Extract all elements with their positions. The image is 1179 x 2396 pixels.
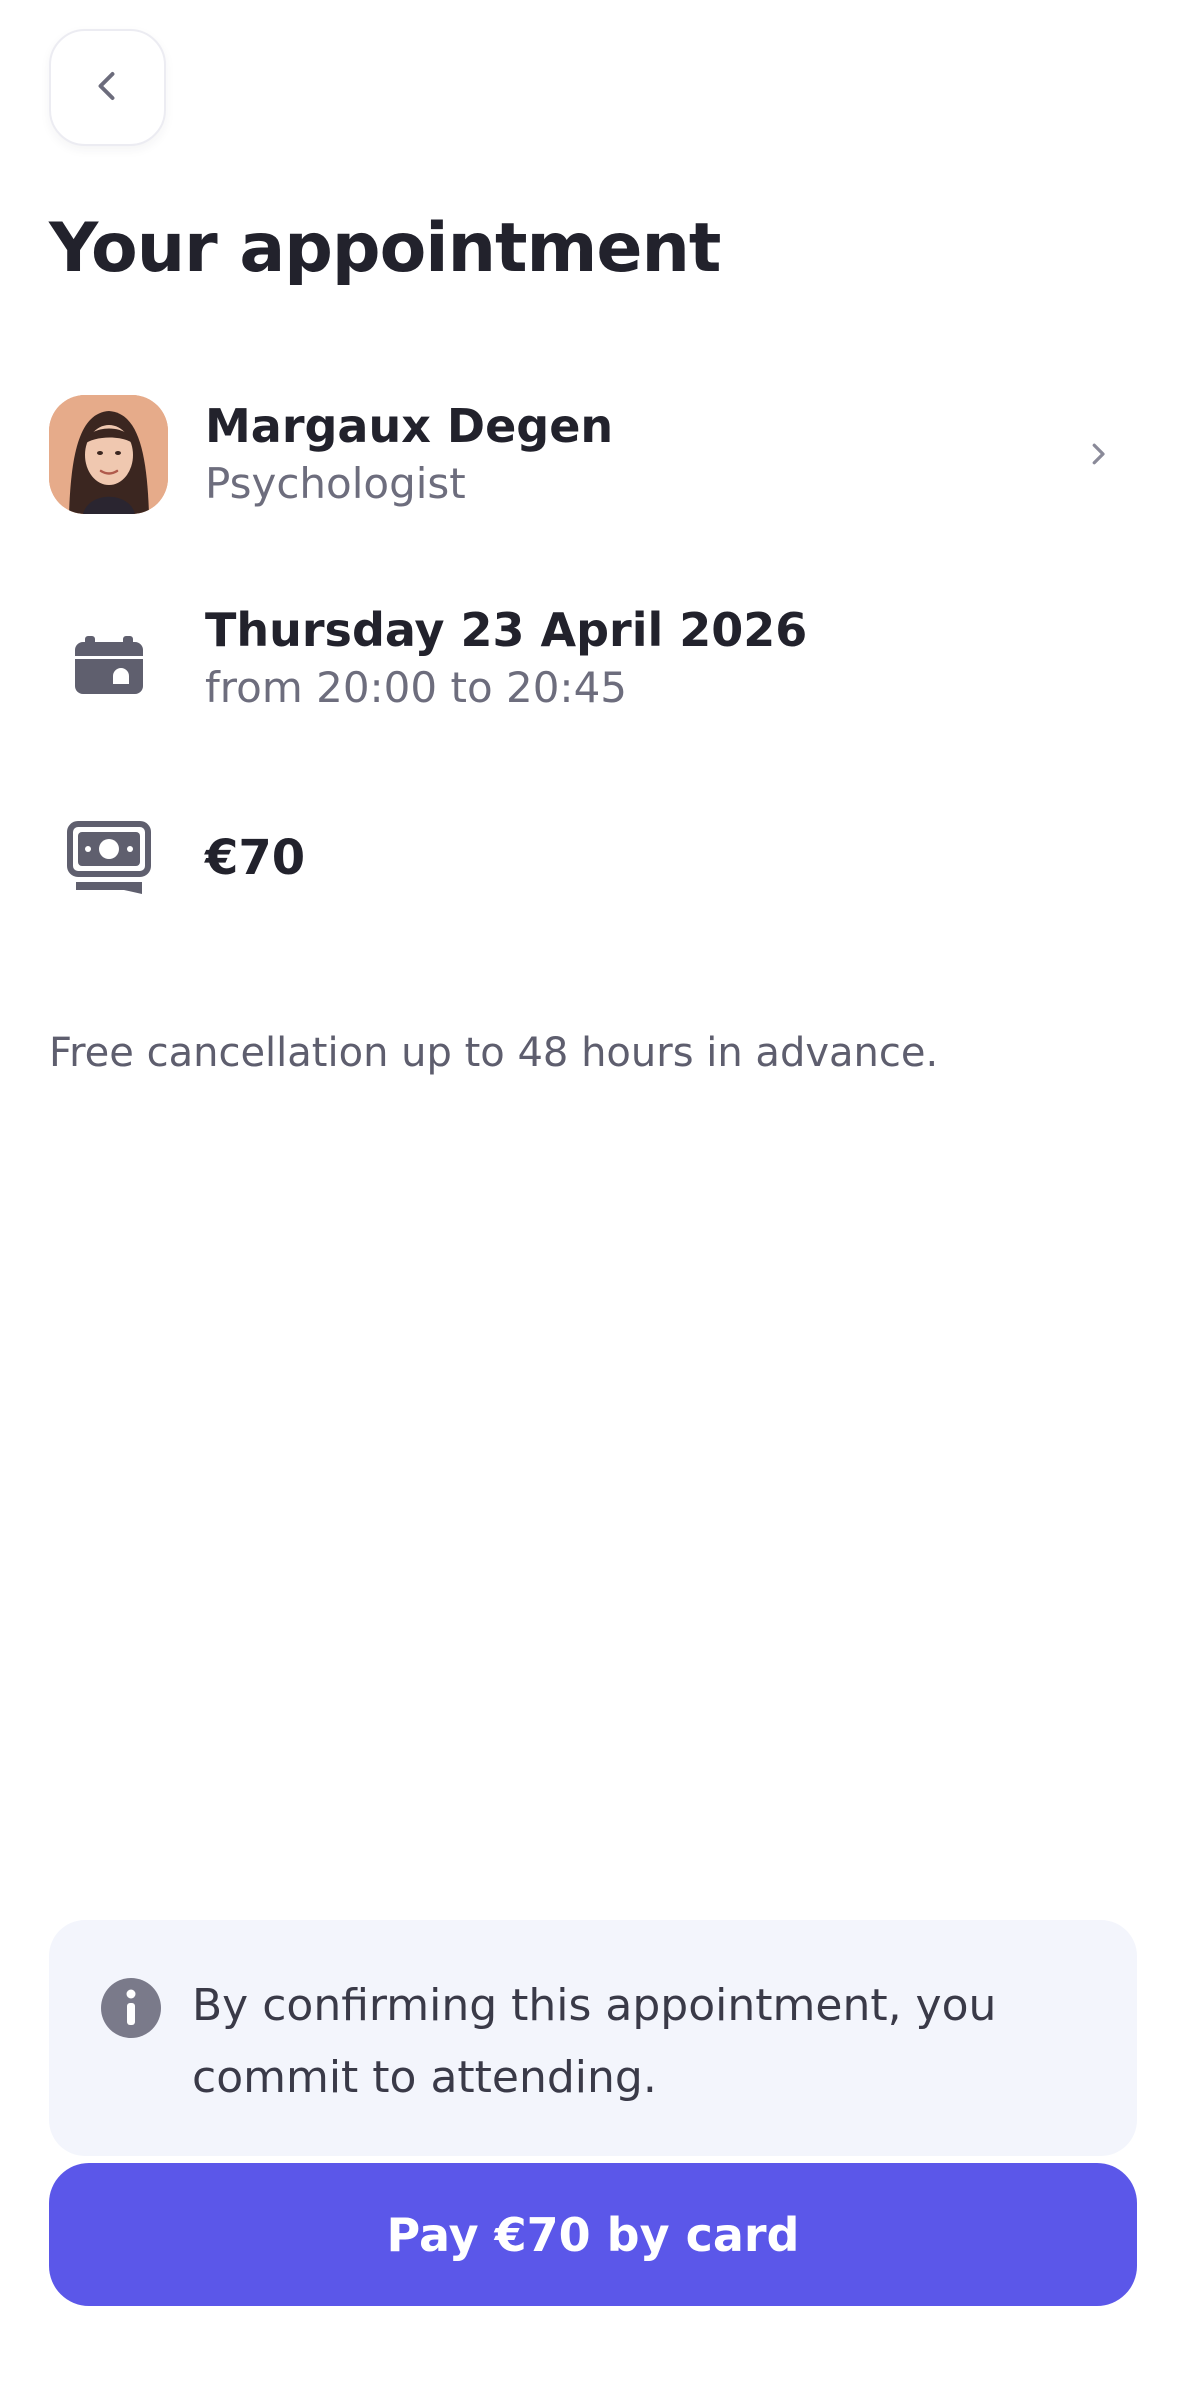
calendar-icon (49, 599, 168, 718)
appointment-time: from 20:00 to 20:45 (205, 662, 628, 712)
chevron-left-icon (90, 68, 126, 108)
appointment-date: Thursday 23 April 2026 (205, 602, 808, 657)
schedule-info: Thursday 23 April 2026 from 20:00 to 20:… (205, 601, 1130, 715)
chevron-right-icon (1078, 434, 1118, 474)
practitioner-row[interactable]: Margaux Degen Psychologist (49, 394, 1130, 514)
commitment-info-box: By confirming this appointment, you comm… (49, 1920, 1137, 2156)
banknote-icon (49, 799, 168, 918)
price-amount: €70 (205, 830, 306, 886)
avatar (49, 394, 168, 514)
commitment-text: By confirming this appointment, you comm… (192, 1980, 997, 2103)
practitioner-name: Margaux Degen (205, 398, 614, 453)
info-icon (101, 1978, 161, 2038)
price-row: €70 (49, 808, 1130, 908)
appointment-screen: Your appointment Margaux Degen Psycholog… (0, 0, 1179, 2396)
page-title: Your appointment (49, 209, 721, 288)
schedule-row: Thursday 23 April 2026 from 20:00 to 20:… (49, 598, 1130, 718)
practitioner-info: Margaux Degen Psychologist (205, 397, 1078, 511)
practitioner-role: Psychologist (205, 458, 466, 508)
price-info: €70 (205, 830, 1130, 886)
back-button[interactable] (49, 29, 166, 146)
pay-by-card-button[interactable]: Pay €70 by card (49, 2163, 1137, 2306)
cancellation-note: Free cancellation up to 48 hours in adva… (49, 1030, 939, 1076)
